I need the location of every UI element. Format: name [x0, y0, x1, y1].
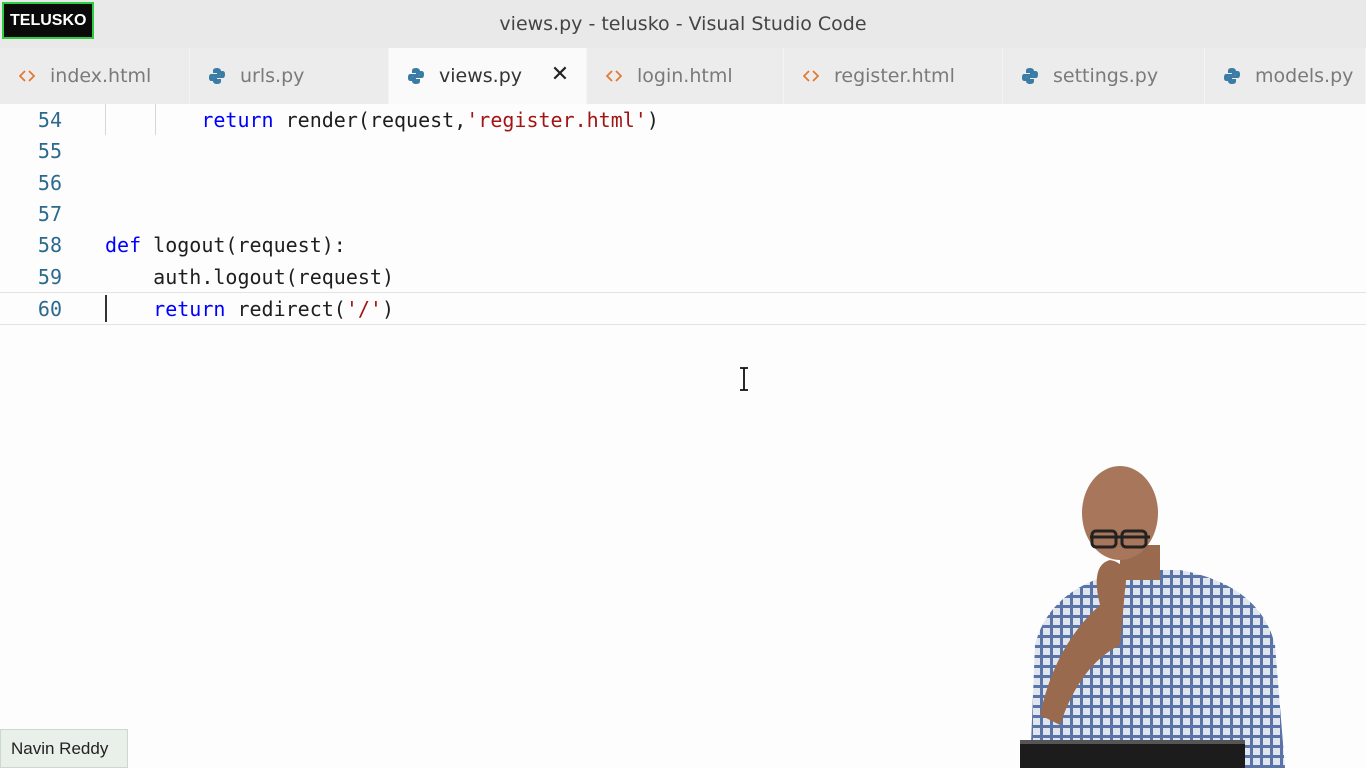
line-content: return redirect('/')	[153, 296, 395, 321]
close-icon[interactable]: ✕	[548, 62, 572, 87]
python-icon	[1019, 65, 1041, 87]
tab-label: register.html	[834, 65, 955, 87]
code-line: 55	[0, 135, 1366, 166]
tab-views-py[interactable]: views.py ✕	[389, 48, 587, 104]
line-number: 59	[37, 264, 62, 289]
html-icon	[800, 65, 822, 87]
line-number: 58	[37, 232, 62, 257]
python-icon	[1221, 65, 1243, 87]
html-icon	[16, 65, 38, 87]
tab-urls-py[interactable]: urls.py	[190, 48, 389, 104]
code-line: 56	[0, 167, 1366, 198]
tab-label: index.html	[50, 65, 152, 87]
line-content: return render(request,'register.html')	[201, 107, 659, 132]
tab-index-html[interactable]: index.html	[0, 48, 190, 104]
ibeam-cursor-icon	[740, 367, 748, 391]
tab-models-py[interactable]: models.py	[1205, 48, 1366, 104]
code-line: 57	[0, 198, 1366, 229]
line-content: def logout(request):	[105, 232, 346, 257]
python-icon	[405, 65, 427, 87]
line-number: 54	[37, 107, 62, 132]
code-line: 59 auth.logout(request)	[0, 261, 1366, 292]
tab-login-html[interactable]: login.html	[587, 48, 784, 104]
editor-tab-bar: index.html urls.py views.py ✕ login.html…	[0, 48, 1366, 104]
title-bar: TELUSKO views.py - telusko - Visual Stud…	[0, 0, 1366, 48]
tab-register-html[interactable]: register.html	[784, 48, 1003, 104]
presenter-video	[1020, 466, 1285, 768]
tab-label: settings.py	[1053, 65, 1159, 87]
tab-label: views.py	[439, 65, 522, 87]
line-number: 57	[37, 201, 62, 226]
code-line: 58 def logout(request):	[0, 229, 1366, 260]
line-content: auth.logout(request)	[153, 264, 394, 289]
python-icon	[206, 65, 228, 87]
current-line: 60 return redirect('/')	[0, 292, 1366, 325]
line-number: 55	[37, 138, 62, 163]
window-title: views.py - telusko - Visual Studio Code	[499, 13, 867, 35]
channel-logo: TELUSKO	[2, 2, 95, 39]
text-cursor	[105, 295, 107, 322]
line-number: 60	[37, 296, 62, 321]
tab-label: models.py	[1255, 65, 1354, 87]
tab-settings-py[interactable]: settings.py	[1003, 48, 1205, 104]
html-icon	[603, 65, 625, 87]
line-number: 56	[37, 170, 62, 195]
tab-label: login.html	[637, 65, 733, 87]
presenter-name-tag: Navin Reddy	[0, 729, 128, 768]
code-line: 54 return render(request,'register.html'…	[0, 104, 1366, 135]
tab-label: urls.py	[240, 65, 305, 87]
